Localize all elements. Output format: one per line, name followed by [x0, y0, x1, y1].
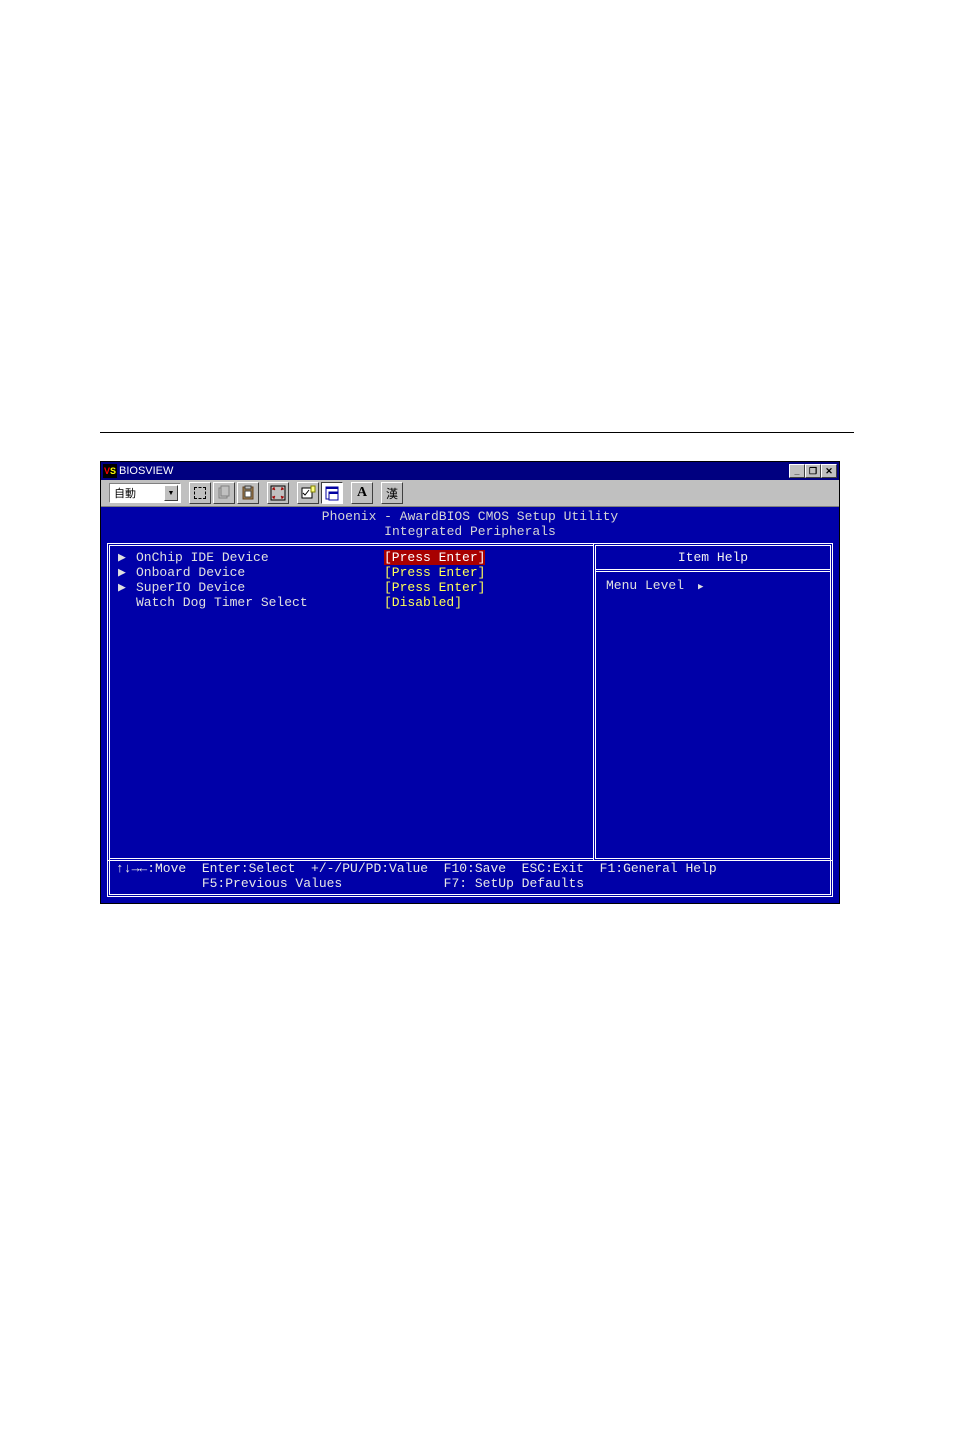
app-icon: VS	[103, 464, 117, 478]
footer-line-1: ↑↓→←:Move Enter:Select +/-/PU/PD:Value F…	[116, 861, 824, 876]
mode-select[interactable]: 自動 ▼	[109, 483, 181, 503]
menu-item-watch-dog-timer[interactable]: Watch Dog Timer Select [Disabled]	[118, 595, 585, 610]
bios-footer: ↑↓→←:Move Enter:Select +/-/PU/PD:Value F…	[107, 859, 833, 897]
menu-item-value: [Press Enter]	[384, 580, 485, 595]
menu-item-superio-device[interactable]: ▶ SuperIO Device [Press Enter]	[118, 580, 585, 595]
maximize-button[interactable]: ❐	[805, 464, 821, 478]
menu-level-label: Menu Level	[606, 578, 684, 593]
properties-icon	[300, 485, 316, 501]
footer-line-2: F5:Previous Values F7: SetUp Defaults	[116, 876, 824, 891]
help-title: Item Help	[596, 546, 830, 569]
submenu-arrow-icon	[118, 595, 136, 610]
clipboard-icon	[240, 485, 256, 501]
menu-item-value: [Press Enter]	[384, 550, 485, 565]
windowed-button[interactable]	[321, 482, 343, 504]
toolbar: 自動 ▼	[101, 480, 839, 507]
window-title: BIOSVIEW	[119, 465, 173, 477]
cjk-button[interactable]	[381, 482, 403, 504]
menu-item-label: Watch Dog Timer Select	[136, 595, 384, 610]
fullscreen-button[interactable]	[267, 482, 289, 504]
menu-item-label: SuperIO Device	[136, 580, 384, 595]
minimize-button[interactable]: _	[789, 464, 805, 478]
bios-header: Phoenix - AwardBIOS CMOS Setup Utility I…	[101, 507, 839, 539]
horizontal-rule	[100, 432, 854, 433]
close-button[interactable]: ✕	[821, 464, 837, 478]
menu-item-label: OnChip IDE Device	[136, 550, 384, 565]
cjk-icon	[386, 485, 398, 502]
font-button[interactable]	[351, 482, 373, 504]
menu-item-value: [Disabled]	[384, 595, 462, 610]
submenu-arrow-icon: ▶	[118, 565, 136, 580]
menu-item-label: Onboard Device	[136, 565, 384, 580]
bios-main: ▶ OnChip IDE Device [Press Enter] ▶ Onbo…	[107, 543, 833, 861]
menu-item-onchip-ide[interactable]: ▶ OnChip IDE Device [Press Enter]	[118, 550, 585, 565]
submenu-arrow-icon: ▶	[118, 580, 136, 595]
windowed-icon	[324, 485, 340, 501]
bios-help-panel: Item Help Menu Level	[593, 543, 833, 861]
menu-level-arrow-icon	[684, 578, 703, 593]
help-body: Menu Level	[596, 569, 830, 599]
dropdown-icon: ▼	[164, 485, 178, 501]
window-controls: _ ❐ ✕	[789, 464, 837, 478]
copy-icon	[216, 485, 232, 501]
menu-item-onboard-device[interactable]: ▶ Onboard Device [Press Enter]	[118, 565, 585, 580]
properties-button[interactable]	[297, 482, 319, 504]
submenu-arrow-icon: ▶	[118, 550, 136, 565]
menu-item-value: [Press Enter]	[384, 565, 485, 580]
titlebar[interactable]: VS BIOSVIEW _ ❐ ✕	[101, 462, 839, 480]
select-area-icon	[194, 487, 206, 499]
bios-screen: Phoenix - AwardBIOS CMOS Setup Utility I…	[101, 507, 839, 903]
fullscreen-icon	[270, 485, 286, 501]
mode-select-value: 自動	[114, 485, 136, 501]
paste-button[interactable]	[237, 482, 259, 504]
select-area-button[interactable]	[189, 482, 211, 504]
font-icon	[357, 485, 367, 501]
titlebar-left: VS BIOSVIEW	[103, 464, 173, 478]
copy-button[interactable]	[213, 482, 235, 504]
bios-menu-panel: ▶ OnChip IDE Device [Press Enter] ▶ Onbo…	[107, 543, 593, 861]
bios-title-1: Phoenix - AwardBIOS CMOS Setup Utility	[101, 509, 839, 524]
bios-title-2: Integrated Peripherals	[101, 524, 839, 539]
biosview-window: VS BIOSVIEW _ ❐ ✕ 自動 ▼	[100, 461, 840, 904]
